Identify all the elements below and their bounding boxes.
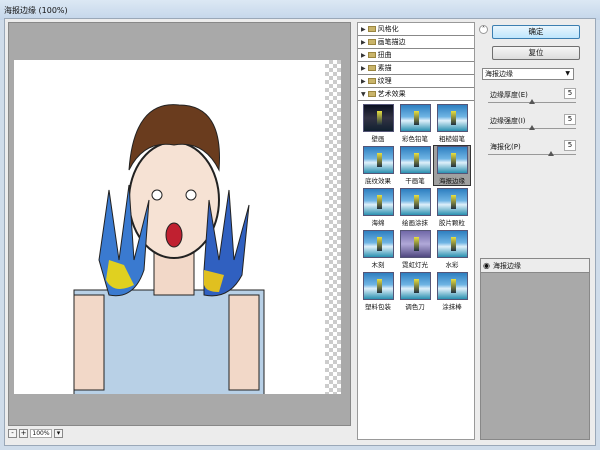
zoom-out-button[interactable]: - — [8, 429, 17, 438]
filter-thumbnail[interactable]: 粗糙蜡笔 — [434, 104, 470, 143]
filter-thumbnail[interactable]: 胶片颗粒 — [434, 188, 470, 227]
filter-preview-image — [362, 104, 394, 132]
filter-label: 涂抹棒 — [442, 303, 462, 311]
category-label: 纹理 — [377, 77, 392, 85]
triangle-right-icon: ▶ — [361, 38, 366, 46]
reset-button[interactable]: 复位 — [492, 46, 580, 60]
filter-preview-image — [362, 230, 394, 258]
param-value-input[interactable]: 5 — [564, 88, 576, 99]
filter-label: 胶片颗粒 — [439, 219, 465, 227]
filter-label: 霓虹灯光 — [402, 261, 428, 269]
window-title: 海报边缘 (100%) — [4, 6, 68, 15]
triangle-right-icon: ▶ — [361, 25, 366, 33]
collapse-gallery-button[interactable]: ˄ — [479, 25, 488, 34]
folder-icon — [367, 65, 376, 71]
filter-label: 海绵 — [371, 219, 385, 227]
param-value-input[interactable]: 5 — [564, 114, 576, 125]
filter-label: 塑料包装 — [365, 303, 391, 311]
filter-list: ▶ 风格化 ▶ 画笔描边 ▶ 扭曲 ▶ 素描 ▶ 纹理 ▼ 艺术效果 壁画 彩色铅笔 粗糙蜡笔底纹效果 干画… — [357, 22, 475, 440]
filter-label: 彩色铅笔 — [402, 135, 428, 143]
filter-category[interactable]: ▶ 素描 — [358, 62, 474, 75]
filter-thumbnail[interactable]: 水彩 — [434, 230, 470, 269]
zoom-level-field[interactable]: 100% — [30, 429, 52, 438]
filter-preview-image — [436, 188, 468, 216]
zoom-in-button[interactable]: + — [19, 429, 28, 438]
filter-preview-image — [436, 230, 468, 258]
filter-label: 水彩 — [445, 261, 459, 269]
filter-thumbnail[interactable]: 干画笔 — [397, 146, 433, 185]
filter-label: 粗糙蜡笔 — [439, 135, 465, 143]
filter-thumbnail[interactable]: 壁画 — [360, 104, 396, 143]
category-label: 艺术效果 — [377, 90, 406, 98]
filter-preview-image — [436, 146, 468, 174]
filter-preview-image — [399, 146, 431, 174]
filter-category[interactable]: ▶ 画笔描边 — [358, 36, 474, 49]
filter-preview-image — [362, 188, 394, 216]
slider-handle[interactable] — [529, 125, 535, 130]
param-slider-track[interactable] — [488, 154, 576, 155]
param-label: 边缘强度(I) — [490, 117, 526, 125]
filter-preview-image — [399, 230, 431, 258]
param-value-input[interactable]: 5 — [564, 140, 576, 151]
filter-thumbnail[interactable]: 霓虹灯光 — [397, 230, 433, 269]
ok-button[interactable]: 确定 — [492, 25, 580, 39]
filter-thumbnail[interactable]: 底纹效果 — [360, 146, 396, 185]
filter-thumbnail[interactable]: 海绵 — [360, 188, 396, 227]
filter-label: 绘画涂抹 — [402, 219, 428, 227]
preview-status-bar: - + 100% ▾ — [8, 427, 351, 440]
triangle-right-icon: ▶ — [361, 64, 366, 72]
filter-category[interactable]: ▶ 风格化 — [358, 23, 474, 36]
filter-thumbnail[interactable]: 海报边缘 — [433, 145, 471, 186]
filter-preview-image — [436, 272, 468, 300]
filter-preview-image — [399, 104, 431, 132]
filter-label: 壁画 — [371, 135, 385, 143]
filter-thumbnail[interactable]: 塑料包装 — [360, 272, 396, 311]
filter-category[interactable]: ▶ 纹理 — [358, 75, 474, 88]
filter-select[interactable]: 海报边缘 ▼ — [482, 68, 574, 80]
filter-preview-image — [362, 146, 394, 174]
eye-icon[interactable]: ◉ — [483, 261, 490, 270]
category-label: 扭曲 — [377, 51, 392, 59]
filter-thumbnail[interactable]: 涂抹棒 — [434, 272, 470, 311]
filter-thumbnail[interactable]: 调色刀 — [397, 272, 433, 311]
folder-icon — [367, 26, 376, 32]
filter-select-value: 海报边缘 — [485, 70, 513, 78]
preview-image — [14, 60, 341, 394]
triangle-right-icon: ▶ — [361, 51, 366, 59]
filter-preview-image — [436, 104, 468, 132]
slider-handle[interactable] — [529, 99, 535, 104]
layer-label: 海报边缘 — [492, 261, 521, 270]
filter-label: 干画笔 — [405, 177, 425, 185]
filter-label: 调色刀 — [405, 303, 425, 311]
transparency-checker — [325, 60, 341, 394]
folder-icon — [367, 52, 376, 58]
folder-icon — [367, 78, 376, 84]
filter-category[interactable]: ▶ 扭曲 — [358, 49, 474, 62]
category-label: 画笔描边 — [377, 38, 406, 46]
category-label: 素描 — [377, 64, 392, 72]
zoom-dropdown-icon[interactable]: ▾ — [54, 429, 63, 438]
title-bar: 海报边缘 (100%) — [0, 0, 600, 20]
filter-label: 木刻 — [371, 261, 385, 269]
filter-category[interactable]: ▼ 艺术效果 — [358, 88, 474, 101]
filter-preview-image — [399, 272, 431, 300]
param-label: 海报化(P) — [490, 143, 521, 151]
effect-layer[interactable]: ◉ 海报边缘 — [481, 259, 589, 273]
filter-label: 海报边缘 — [439, 177, 465, 185]
folder-icon — [367, 39, 376, 45]
filter-thumbnail[interactable]: 绘画涂抹 — [397, 188, 433, 227]
filter-preview-image — [362, 272, 394, 300]
filter-thumbnail[interactable]: 木刻 — [360, 230, 396, 269]
triangle-down-icon: ▼ — [361, 90, 366, 98]
triangle-right-icon: ▶ — [361, 77, 366, 85]
filter-thumbnail[interactable]: 彩色铅笔 — [397, 104, 433, 143]
param-label: 边缘厚度(E) — [490, 91, 528, 99]
chevron-down-icon: ▼ — [565, 70, 570, 77]
category-label: 风格化 — [377, 25, 399, 33]
filter-label: 底纹效果 — [365, 177, 391, 185]
filter-preview-image — [399, 188, 431, 216]
folder-icon — [367, 91, 376, 97]
slider-handle[interactable] — [548, 151, 555, 156]
effect-layers-panel: ◉ 海报边缘 — [480, 258, 590, 440]
